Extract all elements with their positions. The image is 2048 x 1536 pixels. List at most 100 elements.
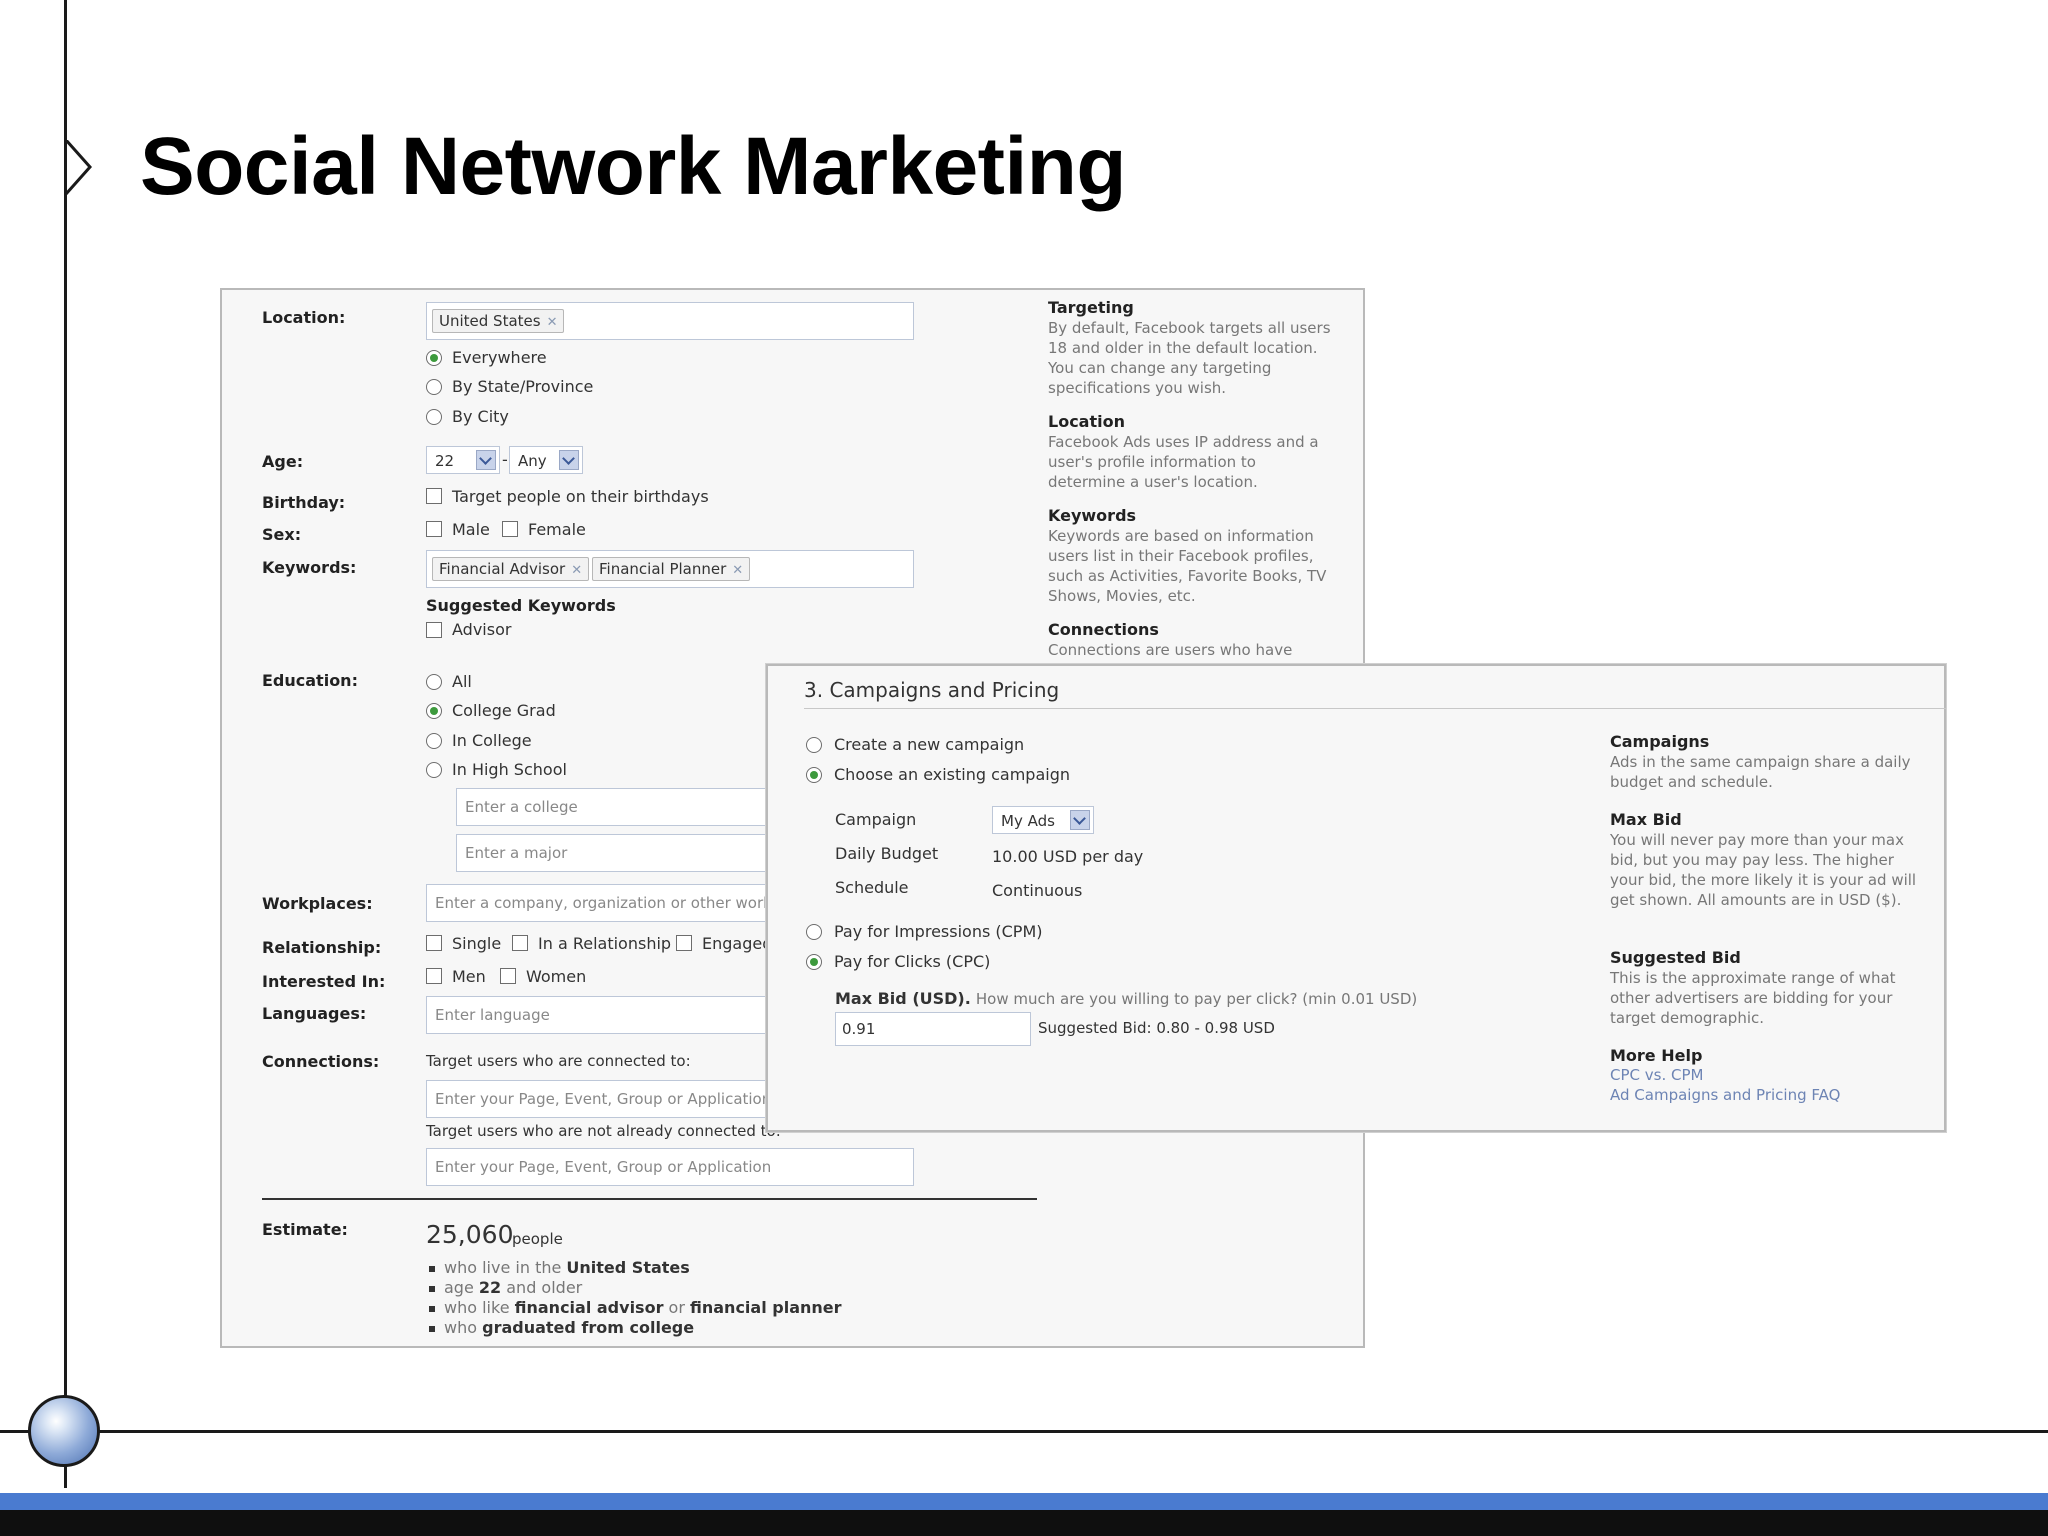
pricing-option-label: Pay for Clicks (CPC) [834, 952, 991, 971]
location-option-label: By State/Province [452, 377, 594, 396]
age-to-select[interactable]: Any [509, 446, 583, 474]
help-title: Keywords [1048, 506, 1137, 525]
budget-value: 10.00 USD per day [992, 847, 1144, 866]
relationship-label: Relationship: [262, 938, 382, 957]
in-relationship-checkbox[interactable] [512, 935, 528, 951]
bullet-icon [429, 1306, 435, 1312]
campaign-select[interactable]: My Ads [992, 806, 1094, 834]
suggested-bid-text: Suggested Bid: 0.80 - 0.98 USD [1038, 1019, 1275, 1037]
help-title: Targeting [1048, 298, 1134, 317]
keywords-input[interactable]: Financial Advisor ✕ Financial Planner ✕ [426, 550, 914, 588]
help-title: Max Bid [1610, 810, 1682, 829]
help-title: Campaigns [1610, 732, 1710, 751]
male-checkbox[interactable] [426, 521, 442, 537]
suggested-option: Advisor [452, 620, 512, 639]
relationship-option-label: In a Relationship [538, 934, 672, 953]
help-text: This is the approximate range of what ot… [1610, 969, 1896, 1027]
female-checkbox[interactable] [502, 521, 518, 537]
connected-placeholder: Enter your Page, Event, Group or Applica… [435, 1090, 772, 1108]
education-option-label: College Grad [452, 701, 556, 720]
workplaces-input[interactable]: Enter a company, organization or other w… [426, 884, 781, 922]
radio-education-all[interactable] [426, 674, 442, 690]
not-connected-input[interactable]: Enter your Page, Event, Group or Applica… [426, 1148, 914, 1186]
radio-everywhere[interactable] [426, 350, 442, 366]
help-text: By default, Facebook targets all users 1… [1048, 319, 1331, 397]
pricing-faq-link[interactable]: Ad Campaigns and Pricing FAQ [1610, 1086, 1840, 1104]
radio-pay-impressions[interactable] [806, 924, 822, 940]
single-checkbox[interactable] [426, 935, 442, 951]
college-input[interactable]: Enter a college [456, 788, 776, 826]
slide-title: Social Network Marketing [140, 121, 1126, 212]
slide-vertical-rule [64, 0, 67, 1488]
radio-new-campaign[interactable] [806, 737, 822, 753]
birthday-option: Target people on their birthdays [452, 487, 709, 506]
schedule-label: Schedule [835, 878, 909, 897]
estimate-line: age 22 and older [444, 1278, 583, 1297]
slide-orb-icon [28, 1395, 100, 1467]
remove-token-icon[interactable]: ✕ [571, 563, 582, 578]
radio-in-high-school[interactable] [426, 762, 442, 778]
interested-label: Interested In: [262, 972, 386, 991]
help-text: Ads in the same campaign share a daily b… [1610, 753, 1911, 791]
men-checkbox[interactable] [426, 968, 442, 984]
maxbid-row: Max Bid (USD). How much are you willing … [835, 989, 1417, 1008]
languages-input[interactable]: Enter language [426, 996, 776, 1034]
relationship-option-label: Engaged [702, 934, 773, 953]
location-token: United States ✕ [432, 309, 565, 333]
workplaces-placeholder: Enter a company, organization or other w… [435, 894, 782, 912]
women-checkbox[interactable] [500, 968, 516, 984]
birthday-checkbox[interactable] [426, 488, 442, 504]
engaged-checkbox[interactable] [676, 935, 692, 951]
campaign-option-label: Create a new campaign [834, 735, 1025, 754]
estimate-line: who like financial advisor or financial … [444, 1298, 842, 1317]
keywords-label: Keywords: [262, 558, 357, 577]
remove-token-icon[interactable]: ✕ [547, 315, 558, 330]
age-from-select[interactable]: 22 [426, 446, 500, 474]
help-title: Connections [1048, 620, 1159, 639]
slide-horizontal-rule [0, 1430, 2048, 1433]
estimate-divider [262, 1198, 1037, 1200]
cpc-vs-cpm-link[interactable]: CPC vs. CPM [1610, 1066, 1703, 1084]
radio-in-college[interactable] [426, 733, 442, 749]
campaigns-pricing-panel: 3. Campaigns and Pricing Create a new ca… [766, 664, 1946, 1132]
sex-option-label: Female [528, 520, 586, 539]
radio-by-city[interactable] [426, 409, 442, 425]
radio-by-state[interactable] [426, 379, 442, 395]
chevron-down-icon [1070, 810, 1090, 830]
age-separator: - [502, 450, 508, 469]
age-from-value: 22 [435, 452, 455, 470]
radio-college-grad[interactable] [426, 703, 442, 719]
not-connected-text: Target users who are not already connect… [426, 1122, 781, 1140]
major-input[interactable]: Enter a major [456, 834, 776, 872]
campaign-label: Campaign [835, 810, 917, 829]
education-option-label: All [452, 672, 472, 691]
location-input[interactable]: United States ✕ [426, 302, 914, 340]
slide-chevron-icon [64, 140, 93, 195]
heading-divider [804, 708, 1946, 709]
bullet-icon [429, 1326, 435, 1332]
sex-label: Sex: [262, 525, 302, 544]
advisor-checkbox[interactable] [426, 622, 442, 638]
interested-option-label: Women [526, 967, 587, 986]
interested-option-label: Men [452, 967, 486, 986]
campaigns-heading: 3. Campaigns and Pricing [804, 678, 1060, 702]
age-to-value: Any [518, 452, 547, 470]
major-placeholder: Enter a major [465, 844, 568, 862]
chevron-down-icon [476, 450, 496, 470]
sex-option-label: Male [452, 520, 490, 539]
help-title: Suggested Bid [1610, 948, 1741, 967]
maxbid-value: 0.91 [842, 1020, 876, 1038]
radio-existing-campaign[interactable] [806, 767, 822, 783]
maxbid-input[interactable]: 0.91 [835, 1012, 1031, 1046]
estimate-line: who graduated from college [444, 1318, 695, 1337]
campaign-option-label: Choose an existing campaign [834, 765, 1070, 784]
estimate-label: Estimate: [262, 1220, 348, 1239]
schedule-value: Continuous [992, 881, 1083, 900]
radio-pay-clicks[interactable] [806, 954, 822, 970]
location-label: Location: [262, 308, 346, 327]
help-title: More Help [1610, 1046, 1703, 1065]
remove-token-icon[interactable]: ✕ [732, 563, 743, 578]
pricing-option-label: Pay for Impressions (CPM) [834, 922, 1043, 941]
languages-placeholder: Enter language [435, 1006, 550, 1024]
keyword-token: Financial Advisor ✕ [432, 557, 590, 581]
